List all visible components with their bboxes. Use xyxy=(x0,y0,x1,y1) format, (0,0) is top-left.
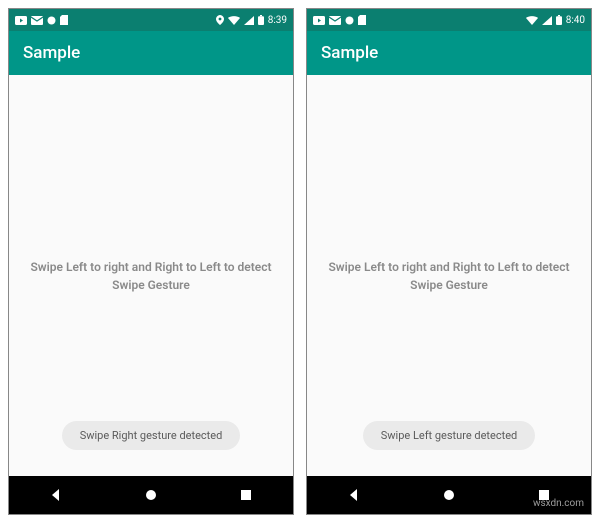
navigation-bar xyxy=(9,476,293,514)
status-left xyxy=(313,15,366,25)
home-button[interactable] xyxy=(131,476,171,514)
wifi-icon xyxy=(228,16,240,25)
sim-icon xyxy=(358,15,366,25)
gmail-icon xyxy=(329,16,341,25)
phone-screen-1: 8:39 Sample Swipe Left to right and Righ… xyxy=(8,8,294,515)
signal-icon xyxy=(244,16,254,25)
swipe-area[interactable]: Swipe Left to right and Right to Left to… xyxy=(307,75,591,476)
app-bar: Sample xyxy=(307,31,591,75)
youtube-icon xyxy=(313,16,325,25)
instruction-text: Swipe Left to right and Right to Left to… xyxy=(321,258,577,294)
circle-icon xyxy=(345,16,354,25)
circle-icon xyxy=(47,16,56,25)
home-button[interactable] xyxy=(429,476,469,514)
toast-container: Swipe Right gesture detected xyxy=(9,421,293,450)
toast-message: Swipe Right gesture detected xyxy=(62,421,241,450)
toast-message: Swipe Left gesture detected xyxy=(363,421,536,450)
instruction-text: Swipe Left to right and Right to Left to… xyxy=(23,258,279,294)
wifi-icon xyxy=(526,16,538,25)
app-title: Sample xyxy=(321,43,378,63)
status-bar: 8:39 xyxy=(9,9,293,31)
battery-icon xyxy=(258,15,264,25)
watermark: wsxdn.com xyxy=(533,498,584,509)
sim-icon xyxy=(60,15,68,25)
swipe-area[interactable]: Swipe Left to right and Right to Left to… xyxy=(9,75,293,476)
back-button[interactable] xyxy=(334,476,374,514)
back-button[interactable] xyxy=(36,476,76,514)
battery-icon xyxy=(556,15,562,25)
recent-apps-button[interactable] xyxy=(226,476,266,514)
status-bar: 8:40 xyxy=(307,9,591,31)
status-left xyxy=(15,15,68,25)
phone-screen-2: 8:40 Sample Swipe Left to right and Righ… xyxy=(306,8,592,515)
app-bar: Sample xyxy=(9,31,293,75)
youtube-icon xyxy=(15,16,27,25)
status-right: 8:40 xyxy=(526,15,585,26)
location-icon xyxy=(216,15,224,25)
gmail-icon xyxy=(31,16,43,25)
status-time: 8:40 xyxy=(566,15,585,26)
toast-container: Swipe Left gesture detected xyxy=(307,421,591,450)
signal-icon xyxy=(542,16,552,25)
app-title: Sample xyxy=(23,43,80,63)
status-right: 8:39 xyxy=(216,15,287,26)
status-time: 8:39 xyxy=(268,15,287,26)
